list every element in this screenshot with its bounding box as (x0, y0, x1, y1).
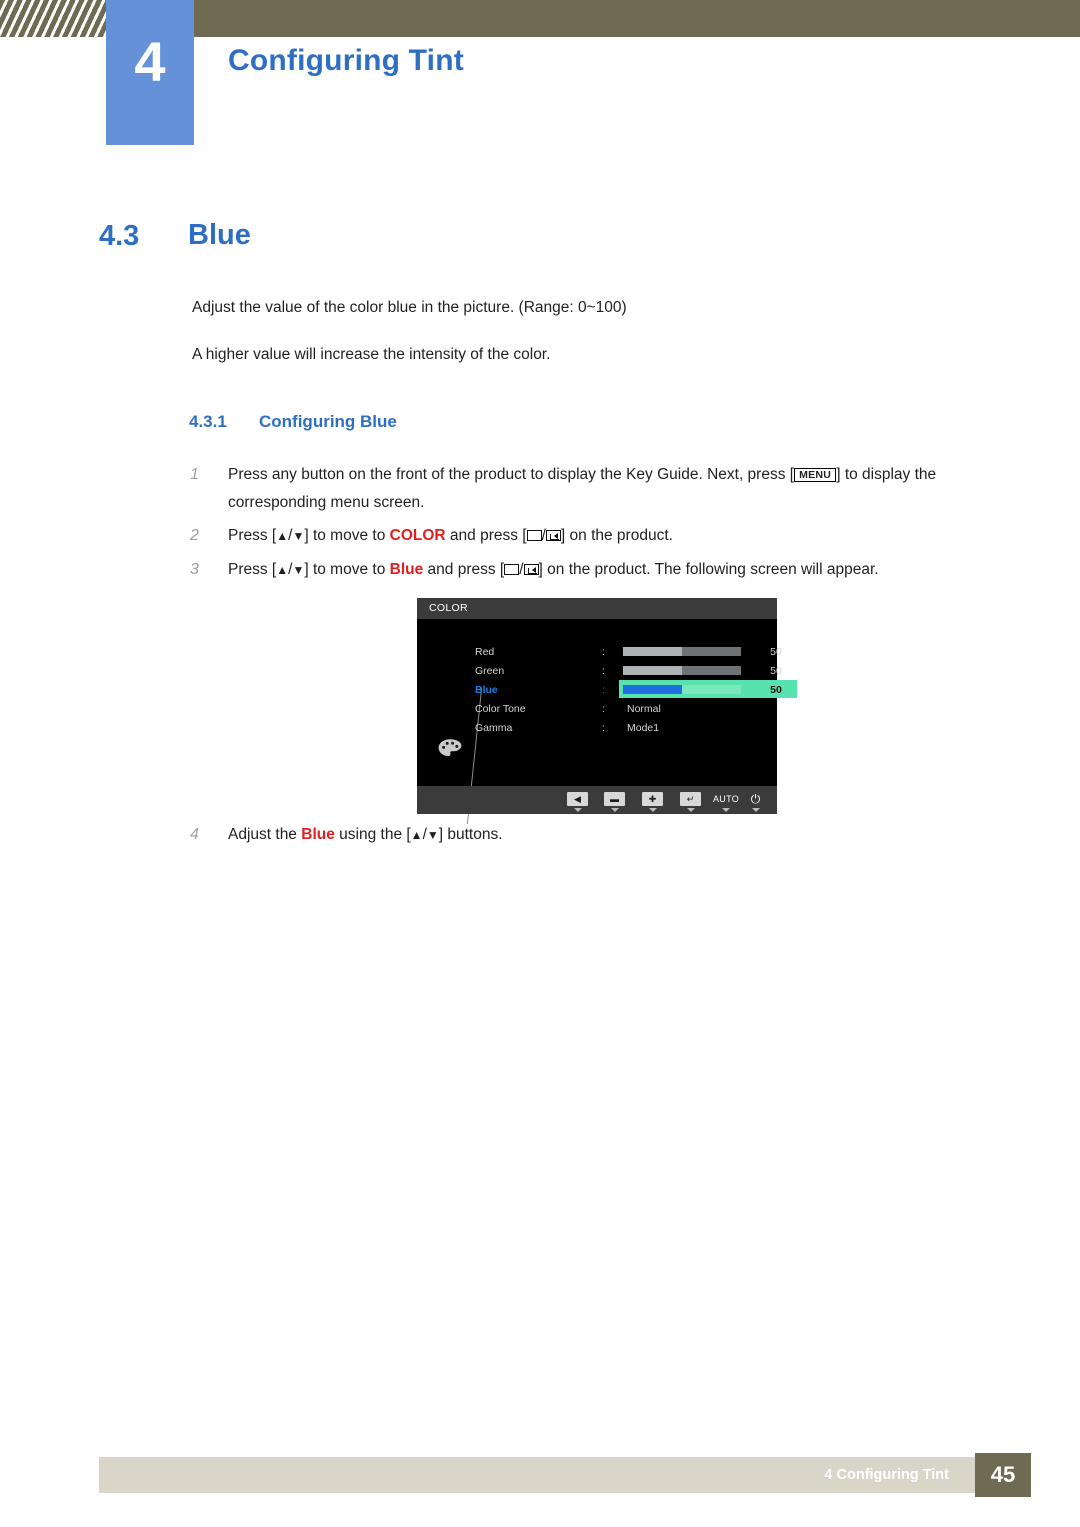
osd-row-value: Mode1 (627, 722, 660, 734)
osd-auto-button[interactable]: AUTO (713, 792, 740, 812)
header-hatch-decoration (0, 0, 106, 37)
osd-row-value: Normal (627, 703, 661, 715)
up-arrow-icon: ▲ (276, 528, 289, 543)
step-1: 1 Press any button on the front of the p… (190, 461, 1020, 516)
osd-row-value: 50 (770, 684, 782, 696)
step-3-text: Press [▲/▼] to move to Blue and press [/… (228, 561, 879, 578)
osd-plus-button[interactable]: ✚ (642, 792, 663, 812)
menu-keycap: MENU (794, 467, 837, 482)
step-3-index: 3 (190, 561, 199, 578)
osd-row-color-tone[interactable]: Color Tone : Normal (475, 701, 775, 720)
up-arrow-icon: ▲ (410, 827, 423, 842)
step-4: 4 Adjust the Blue using the [▲/▼] button… (190, 821, 1020, 849)
caret-down-icon (751, 808, 760, 812)
osd-footer-bar: ◀ ▬ ✚ ↵ AUTO ⏻ (417, 786, 777, 814)
caret-down-icon (648, 808, 657, 812)
osd-row-value: 50 (770, 646, 782, 658)
chapter-number: 4 (134, 30, 166, 93)
step-1-text: Press any button on the front of the pro… (228, 461, 1020, 516)
step-3-part4: ] on the product. The following screen w… (538, 561, 879, 578)
osd-minus-button[interactable]: ▬ (604, 792, 625, 812)
osd-icon-column (433, 650, 483, 824)
step-4-part1: Adjust the (228, 826, 302, 843)
power-icon: ⏻ (750, 792, 761, 806)
step-4-index: 4 (190, 826, 199, 843)
osd-row-bar (623, 666, 741, 675)
step-2-target: COLOR (389, 527, 446, 544)
step-4-part2: using the [ (334, 826, 411, 843)
osd-row-colon: : (602, 722, 605, 734)
osd-power-button[interactable]: ⏻ (745, 792, 766, 812)
enter-key-icon (545, 530, 561, 541)
plus-icon: ✚ (642, 792, 663, 806)
osd-row-list: Red : 50 Green : 50 Blue : 50 Color Tone… (475, 644, 797, 739)
caret-down-icon (573, 808, 582, 812)
footer-page-number: 45 (975, 1453, 1031, 1497)
osd-left-arrow-button[interactable]: ◀ (567, 792, 588, 812)
step-4-part3: ] buttons. (438, 826, 503, 843)
intro-paragraph-1: Adjust the value of the color blue in th… (192, 299, 627, 316)
step-1-index: 1 (190, 466, 199, 483)
osd-screenshot: COLOR Red : 50 Green : 50 Blue : 50 Colo… (417, 598, 797, 824)
step-3-part1: Press [ (228, 561, 277, 578)
step-3-part3: and press [ (423, 561, 505, 578)
down-arrow-icon: ▼ (292, 562, 305, 577)
osd-row-gamma[interactable]: Gamma : Mode1 (475, 720, 775, 739)
osd-row-label: Blue (475, 684, 498, 696)
step-3: 3 Press [▲/▼] to move to Blue and press … (190, 556, 1020, 584)
osd-row-blue[interactable]: Blue : 50 (475, 680, 797, 701)
minus-icon: ▬ (604, 792, 625, 806)
caret-down-icon (610, 808, 619, 812)
section-title: Blue (188, 219, 251, 251)
osd-row-bar (623, 647, 741, 656)
step-2-part1: Press [ (228, 527, 277, 544)
step-4-target: Blue (301, 826, 335, 843)
step-2-part4: ] on the product. (560, 527, 673, 544)
step-2-part2: ] to move to (304, 527, 390, 544)
down-arrow-icon: ▼ (292, 528, 305, 543)
osd-row-colon: : (602, 703, 605, 715)
step-3-target: Blue (389, 561, 424, 578)
subsection-number: 4.3.1 (189, 412, 227, 431)
minus-key-icon (526, 530, 542, 541)
osd-row-label: Red (475, 646, 495, 658)
osd-enter-button[interactable]: ↵ (680, 792, 701, 812)
osd-row-value: 50 (770, 665, 782, 677)
enter-icon: ↵ (680, 792, 701, 806)
osd-row-bar (623, 685, 741, 694)
subsection-title: Configuring Blue (259, 412, 397, 431)
chapter-title: Configuring Tint (228, 44, 464, 77)
caret-down-icon (722, 808, 731, 812)
step-2-text: Press [▲/▼] to move to COLOR and press [… (228, 527, 673, 544)
step-2-index: 2 (190, 527, 199, 544)
chapter-badge: 4 (106, 0, 194, 145)
osd-row-label: Green (475, 665, 505, 677)
step-3-part2: ] to move to (304, 561, 390, 578)
auto-label: AUTO (713, 794, 740, 804)
osd-row-label: Gamma (475, 722, 513, 734)
enter-key-icon (523, 564, 539, 575)
step-1-part1: Press any button on the front of the pro… (228, 466, 795, 483)
down-arrow-icon: ▼ (426, 827, 439, 842)
step-4-text: Adjust the Blue using the [▲/▼] buttons. (228, 826, 503, 843)
osd-row-colon: : (602, 684, 605, 696)
step-2-part3: and press [ (445, 527, 527, 544)
caret-down-icon (686, 808, 695, 812)
osd-row-label: Color Tone (475, 703, 526, 715)
left-arrow-icon: ◀ (567, 792, 588, 806)
minus-key-icon (504, 564, 520, 575)
section-number: 4.3 (99, 220, 140, 252)
up-arrow-icon: ▲ (276, 562, 289, 577)
osd-title: COLOR (417, 598, 777, 619)
step-2: 2 Press [▲/▼] to move to COLOR and press… (190, 522, 1020, 550)
osd-row-colon: : (602, 665, 605, 677)
footer-chapter-text: 4 Configuring Tint (824, 1467, 949, 1483)
osd-row-red[interactable]: Red : 50 (475, 644, 782, 663)
intro-paragraph-2: A higher value will increase the intensi… (192, 346, 551, 363)
palette-icon (438, 739, 462, 757)
osd-row-colon: : (602, 646, 605, 658)
